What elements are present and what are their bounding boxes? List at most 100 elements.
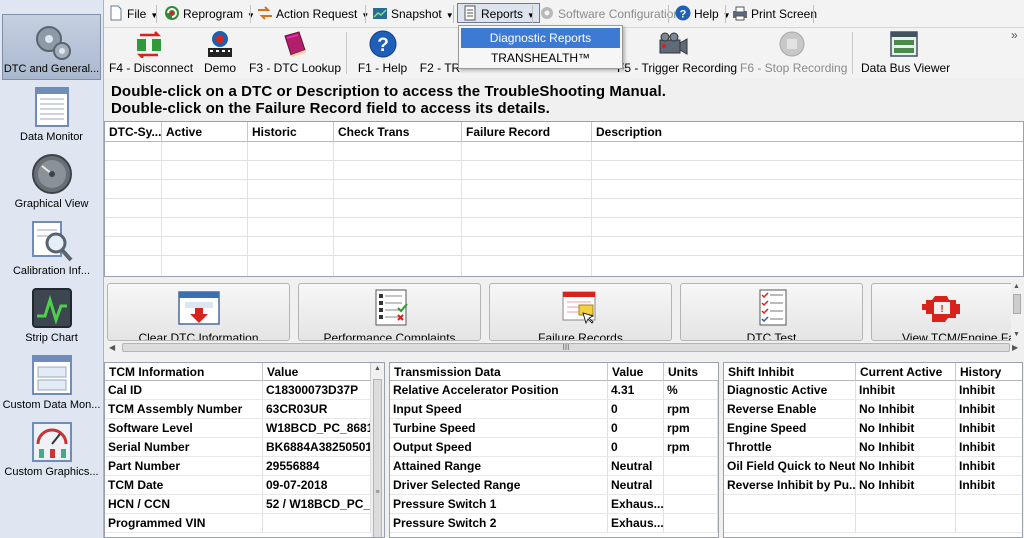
column-header-dtc-system[interactable]: DTC-Sy... <box>105 122 162 142</box>
chevron-down-icon: ▼ <box>150 11 159 20</box>
menu-divider <box>250 5 251 23</box>
f2-button[interactable]: F2 - TR <box>418 30 462 76</box>
print-screen-button[interactable]: Print Screen <box>728 4 821 24</box>
row-value-cell: 0 <box>608 419 664 438</box>
column-header-value[interactable]: Value <box>608 363 664 381</box>
custom-graphics-icon <box>32 422 72 462</box>
tcm-vertical-scrollbar[interactable]: ▲ ≡ <box>371 363 384 537</box>
grid-line <box>105 198 1023 199</box>
horizontal-scrollbar[interactable]: ◀ III ▶ <box>104 341 1023 354</box>
demo-button[interactable]: Demo <box>199 30 241 76</box>
scroll-right-arrow-icon[interactable]: ▶ <box>1012 343 1018 352</box>
column-header-shift-inhibit[interactable]: Shift Inhibit <box>724 363 856 381</box>
software-configuration-label: Software Configuration <box>558 7 681 21</box>
sidebar-item-data-monitor[interactable]: Data Monitor <box>2 81 101 147</box>
sidebar-item-label: Graphical View <box>14 198 89 210</box>
row-label-cell: Software Level <box>105 419 263 438</box>
action-request-menu[interactable]: Action Request▼ <box>253 4 373 24</box>
stop-recording-label: F6 - Stop Recording <box>740 61 848 75</box>
help-icon: ? <box>675 5 691 21</box>
sidebar-item-custom-graphics[interactable]: Custom Graphics... <box>2 416 101 482</box>
row-value-cell: Inhibit <box>956 476 1022 495</box>
transmission-data-table[interactable]: Transmission Data Value Units Relative A… <box>389 362 719 538</box>
reports-dropdown-menu: Diagnostic Reports TRANSHEALTH™ <box>458 25 623 69</box>
row-value-cell: Inhibit <box>956 419 1022 438</box>
shift-inhibit-table[interactable]: Shift Inhibit Current Active History Dia… <box>723 362 1023 538</box>
action-area-vertical-scrollbar[interactable]: ▲ ▼ <box>1011 281 1023 341</box>
scroll-up-arrow-icon[interactable]: ▲ <box>1013 283 1020 290</box>
sidebar-item-custom-data-monitor[interactable]: Custom Data Mon... <box>2 349 101 415</box>
sidebar-item-label: Strip Chart <box>25 332 78 344</box>
svg-text:!: ! <box>940 304 943 315</box>
menu-divider <box>813 5 814 23</box>
row-label-cell: Programmed VIN <box>105 514 263 533</box>
disconnect-button[interactable]: F4 - Disconnect <box>109 30 193 76</box>
menu-item-diagnostic-reports[interactable]: Diagnostic Reports <box>461 28 620 48</box>
scroll-up-arrow-icon[interactable]: ▲ <box>374 365 381 372</box>
menu-divider <box>532 5 533 23</box>
dtc-test-button[interactable]: DTC Test <box>680 283 863 341</box>
reports-menu[interactable]: Reports ▼ <box>457 3 540 23</box>
row-value-cell <box>263 514 371 533</box>
grid-line <box>105 217 1023 218</box>
view-tcm-engine-faults-button[interactable]: ! View TCM/Engine Fa <box>871 283 1011 341</box>
scrollbar-thumb[interactable]: ≡ <box>373 379 382 537</box>
dtc-lookup-button[interactable]: F3 - DTC Lookup <box>249 30 342 76</box>
file-menu[interactable]: File ▼ <box>104 4 162 24</box>
row-value-cell: No Inhibit <box>856 457 956 476</box>
sidebar-item-graphical-view[interactable]: Graphical View <box>2 148 101 214</box>
scrollbar-thumb[interactable]: III <box>122 343 1010 352</box>
sidebar-item-label: DTC and General... <box>3 63 100 75</box>
sidebar-item-calibration-info[interactable]: Calibration Inf... <box>2 215 101 281</box>
performance-complaints-button[interactable]: Performance Complaints <box>298 283 481 341</box>
column-header-historic[interactable]: Historic <box>248 122 334 142</box>
trigger-recording-label: F5 - Trigger Recording <box>617 61 738 75</box>
sidebar-item-strip-chart[interactable]: Strip Chart <box>2 282 101 348</box>
row-label-cell: Relative Accelerator Position <box>390 381 608 400</box>
data-bus-viewer-button[interactable]: Data Bus Viewer <box>861 30 950 76</box>
row-value-cell: No Inhibit <box>856 419 956 438</box>
snapshot-menu[interactable]: Snapshot ▼ <box>368 4 458 24</box>
column-header-history[interactable]: History <box>956 363 1022 381</box>
menu-item-transhealth[interactable]: TRANSHEALTH™ <box>461 48 620 68</box>
column-header-failure-record[interactable]: Failure Record <box>462 122 592 142</box>
failure-records-button[interactable]: Failure Records <box>489 283 672 341</box>
column-header-current-active[interactable]: Current Active <box>856 363 956 381</box>
trigger-recording-button[interactable]: F5 - Trigger Recording <box>617 30 738 76</box>
scroll-down-arrow-icon[interactable]: ▼ <box>1013 331 1020 338</box>
row-value-cell: 0 <box>608 438 664 457</box>
f2-icon-area <box>418 30 462 61</box>
reprogram-icon <box>165 6 179 20</box>
menu-divider <box>725 5 726 23</box>
calibration-magnifier-icon <box>32 221 73 262</box>
software-configuration-menu[interactable]: Software Configuration <box>535 4 684 24</box>
row-label-cell: Reverse Inhibit by Pu... <box>724 476 856 495</box>
help-button[interactable]: ? F1 - Help <box>355 30 410 76</box>
row-label-cell: Pressure Switch 1 <box>390 495 608 514</box>
scroll-left-arrow-icon[interactable]: ◀ <box>109 343 115 352</box>
row-value-cell: rpm <box>664 419 718 438</box>
reprogram-menu[interactable]: Reprogram▼ <box>160 4 259 24</box>
tcm-information-table[interactable]: TCM Information Value Cal ID C18300073D37… <box>104 362 385 538</box>
column-header-description[interactable]: Description <box>592 122 1023 142</box>
column-header-active[interactable]: Active <box>162 122 248 142</box>
sidebar-item-dtc-general[interactable]: DTC and General... <box>2 14 101 80</box>
stop-recording-button[interactable]: F6 - Stop Recording <box>740 30 848 76</box>
column-header-value[interactable]: Value <box>263 363 371 381</box>
scrollbar-thumb[interactable] <box>1013 294 1021 314</box>
row-value-cell <box>856 514 956 533</box>
toolbar-overflow-button[interactable]: » <box>1011 28 1018 42</box>
column-header-tcm-information[interactable]: TCM Information <box>105 363 263 381</box>
grid-line <box>105 255 1023 256</box>
disconnect-plug-icon <box>136 31 162 58</box>
grid-line <box>105 160 1023 161</box>
demo-film-icon <box>208 31 232 57</box>
data-monitor-icon <box>35 87 69 127</box>
column-header-transmission-data[interactable]: Transmission Data <box>390 363 608 381</box>
column-header-check-trans[interactable]: Check Trans <box>334 122 462 142</box>
dtc-table[interactable]: DTC-Sy... Active Historic Check Trans Fa… <box>104 121 1024 277</box>
column-header-units[interactable]: Units <box>664 363 718 381</box>
printer-icon <box>733 6 747 21</box>
dtc-lookup-label: F3 - DTC Lookup <box>249 61 342 75</box>
clear-dtc-button[interactable]: Clear DTC Information <box>107 283 290 341</box>
